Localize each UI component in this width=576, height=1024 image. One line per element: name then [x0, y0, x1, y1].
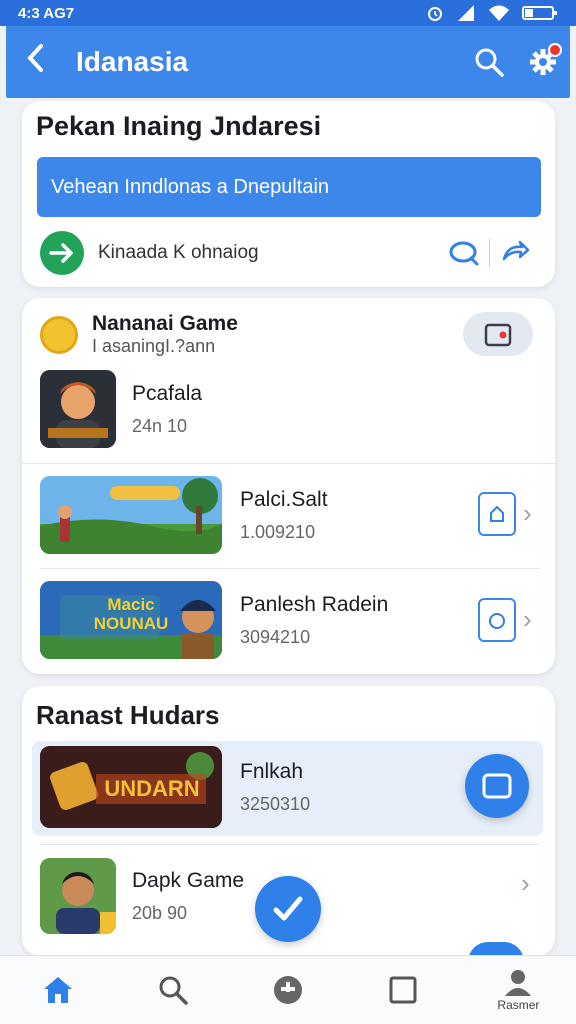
confirm-fab[interactable]	[255, 876, 321, 942]
clock-icon	[489, 613, 505, 629]
list-item[interactable]: Palci.Salt 1.009210	[40, 476, 328, 554]
item-value: 3094210	[240, 626, 311, 647]
nav-profile[interactable]: Rasmer	[461, 956, 576, 1024]
featured-title: Pekan Inaing Jndaresi	[36, 111, 322, 141]
chevron-left-icon	[27, 44, 43, 72]
user-icon	[505, 970, 532, 996]
square-icon	[389, 976, 417, 1004]
calendar-icon	[484, 323, 512, 347]
item-value: 3250310	[240, 793, 311, 814]
divider	[40, 568, 540, 569]
games-action-button[interactable]	[463, 312, 533, 356]
item-name: Panlesh Radein	[240, 592, 389, 616]
window-icon	[482, 773, 512, 799]
games-title: Nananai Game	[92, 312, 238, 335]
list-item[interactable]: Pcafala 24n 10	[40, 370, 202, 448]
bottom-nav: Rasmer	[0, 955, 576, 1024]
featured-row-text: Kinaada K ohnaiog	[98, 242, 259, 263]
notification-badge	[548, 43, 562, 57]
item-value: 1.009210	[240, 521, 316, 542]
search-action[interactable]	[439, 240, 489, 266]
featured-card: Pekan Inaing Jndaresi Vehean Inndlonas a…	[22, 101, 555, 287]
arrow-right-icon[interactable]	[40, 231, 84, 275]
home-icon	[43, 977, 72, 1003]
check-icon	[273, 896, 303, 921]
featured-banner[interactable]: Vehean Inndlonas a Dnepultain	[37, 157, 541, 217]
open-button[interactable]	[478, 492, 516, 536]
coin-icon	[40, 315, 78, 354]
share-action[interactable]	[490, 239, 540, 267]
divider	[40, 844, 540, 845]
item-name: Pcafala	[132, 381, 203, 405]
status-icons	[426, 4, 558, 22]
app-bar: Idanasia	[6, 26, 570, 98]
featured-row[interactable]: Kinaada K ohnaiog	[40, 231, 540, 275]
window-button[interactable]	[465, 754, 529, 818]
share-icon	[502, 240, 530, 261]
chevron-right-icon[interactable]: ›	[521, 868, 530, 899]
item-name: Palci.Salt	[240, 487, 328, 511]
gamepad-icon	[274, 976, 302, 1004]
recent-title: Ranast Hudars	[36, 700, 220, 730]
game-thumbnail	[40, 858, 116, 934]
signal-icon	[458, 5, 474, 21]
game-thumbnail	[40, 476, 222, 554]
nav-library[interactable]	[346, 956, 461, 1024]
alarm-icon	[428, 7, 442, 21]
search-icon	[475, 48, 504, 77]
status-time: 4:3 AG7	[18, 4, 75, 22]
games-header: Nananai Game I asaningI.?ann	[40, 312, 238, 357]
wifi-icon	[489, 5, 509, 21]
chevron-right-icon[interactable]: ›	[523, 604, 532, 635]
nav-games[interactable]	[230, 956, 345, 1024]
chevron-right-icon[interactable]: ›	[523, 498, 532, 529]
battery-icon	[522, 6, 557, 20]
edit-icon	[490, 505, 504, 522]
thumbnail-caption: Macic NOUNAU	[93, 595, 169, 633]
item-name: Dapk Game	[132, 868, 245, 892]
search-icon	[159, 976, 188, 1005]
nav-home[interactable]	[0, 956, 115, 1024]
search-icon	[449, 241, 479, 266]
list-item[interactable]: Dapk Game 20b 90	[40, 858, 244, 934]
nav-profile-label: Rasmer	[497, 998, 540, 1012]
thumbnail-caption: UNDARN	[104, 776, 200, 801]
game-thumbnail: Macic NOUNAU	[40, 581, 222, 659]
divider	[22, 463, 555, 464]
list-item[interactable]: Macic NOUNAU Panlesh Radein 3094210	[40, 581, 388, 659]
page-title: Idanasia	[76, 46, 189, 77]
item-value: 24n 10	[132, 415, 188, 436]
settings-button[interactable]	[516, 43, 570, 77]
search-button[interactable]	[462, 47, 516, 77]
item-name: Fnlkah	[240, 759, 304, 783]
games-subtitle: I asaningI.?ann	[92, 336, 216, 356]
game-thumbnail	[40, 370, 116, 448]
list-item[interactable]: UNDARN Fnlkah 3250310	[40, 746, 310, 828]
nav-search[interactable]	[115, 956, 230, 1024]
back-button[interactable]	[6, 43, 66, 81]
item-value: 20b 90	[132, 902, 188, 923]
game-thumbnail: UNDARN	[40, 746, 222, 828]
open-button[interactable]	[478, 598, 516, 642]
status-bar: 4:3 AG7	[0, 0, 576, 26]
games-card: Nananai Game I asaningI.?ann Pcafala 24n…	[22, 298, 555, 674]
